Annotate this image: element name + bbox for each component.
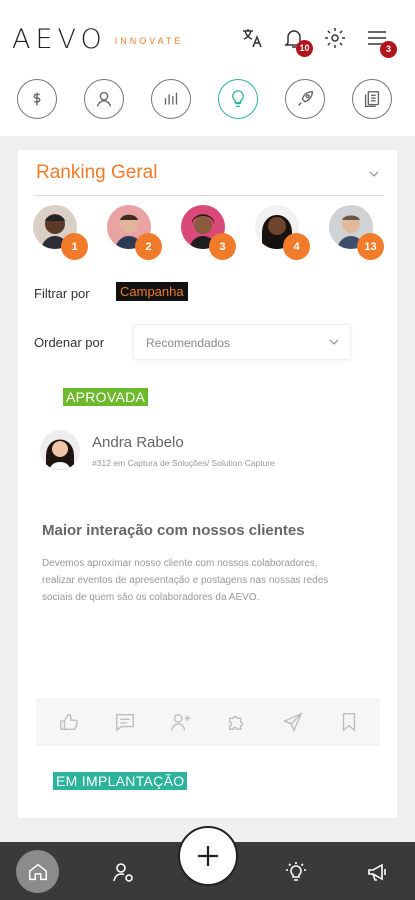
nav-home[interactable] — [16, 850, 59, 893]
bookmark-icon[interactable] — [338, 711, 360, 733]
logo-subtitle: INNOVATE — [114, 35, 184, 46]
ranking-position-badge: 13 — [357, 233, 384, 260]
logo-text: AEVO — [12, 24, 107, 55]
idea-description: Devemos aproximar nosso cliente com noss… — [42, 558, 329, 603]
home-icon — [28, 863, 47, 880]
user-icon — [96, 91, 112, 107]
puzzle-icon[interactable] — [226, 711, 248, 733]
settings-icon[interactable] — [321, 24, 349, 52]
like-icon[interactable] — [58, 711, 80, 733]
category-bar — [0, 72, 415, 136]
lightbulb-icon — [286, 862, 306, 881]
ranking-position-badge: 1 — [61, 233, 88, 260]
category-launch[interactable] — [285, 79, 325, 119]
lightbulb-icon — [232, 90, 244, 108]
author-name[interactable]: Andra Rabelo — [92, 434, 184, 451]
author-avatar[interactable] — [40, 430, 80, 470]
nav-users[interactable] — [103, 852, 143, 892]
ranking-position-badge: 3 — [209, 233, 236, 260]
ranking-user-1[interactable]: 1 — [33, 205, 89, 261]
idea-meta: #312 em Captura de Soluções/ Solution Ca… — [92, 458, 275, 468]
order-select-value: Recomendados — [146, 336, 231, 350]
idea-action-bar — [36, 698, 380, 746]
add-collaborator-icon[interactable] — [170, 711, 192, 733]
ranking-user-13[interactable]: 13 — [329, 205, 385, 261]
status-badge: APROVADA — [63, 388, 149, 406]
logo: AEVO INNOVATE — [12, 24, 183, 55]
documents-icon — [364, 90, 380, 108]
share-icon[interactable] — [282, 711, 304, 733]
ranking-user-2[interactable]: 2 — [107, 205, 163, 261]
top-bar: AEVO INNOVATE 10 3 — [0, 0, 415, 72]
nav-announcements[interactable] — [358, 852, 398, 892]
menu-badge: 3 — [380, 41, 397, 58]
bar-chart-icon — [164, 92, 178, 105]
nav-ideas[interactable] — [276, 852, 316, 892]
ranking-title: Ranking Geral — [36, 162, 158, 183]
rocket-icon — [298, 90, 314, 106]
chevron-down-icon — [329, 339, 339, 345]
ranking-position-badge: 2 — [135, 233, 162, 260]
comment-icon[interactable] — [114, 711, 136, 733]
menu-icon[interactable]: 3 — [363, 24, 397, 58]
ranking-user-3[interactable]: 3 — [181, 205, 237, 261]
chevron-down-icon — [369, 171, 379, 177]
notifications-badge: 10 — [296, 40, 313, 57]
category-profile[interactable] — [84, 79, 124, 119]
user-settings-icon — [113, 863, 133, 882]
add-idea-button[interactable] — [178, 826, 238, 886]
idea-title[interactable]: Maior interação com nossos clientes — [42, 522, 305, 539]
dollar-icon — [33, 92, 41, 106]
category-ideas[interactable] — [218, 79, 258, 119]
category-documents[interactable] — [352, 79, 392, 119]
order-label: Ordenar por — [34, 335, 105, 350]
category-finance[interactable] — [17, 79, 57, 119]
ranking-user-4[interactable]: 4 — [255, 205, 311, 261]
translate-icon[interactable] — [238, 24, 266, 52]
megaphone-icon — [368, 863, 386, 881]
order-select[interactable]: Recomendados — [133, 324, 351, 360]
content-card: Ranking Geral 1 2 3 4 13 Filtrar por Cam… — [18, 150, 397, 818]
ranking-position-badge: 4 — [283, 233, 310, 260]
category-reports[interactable] — [151, 79, 191, 119]
status-badge: EM IMPLANTAÇÃO — [53, 772, 188, 790]
filter-campaign-chip[interactable]: Campanha — [116, 282, 188, 301]
ranking-header[interactable]: Ranking Geral — [34, 162, 384, 196]
filter-label: Filtrar por — [34, 286, 90, 301]
plus-icon — [198, 846, 218, 866]
notifications-icon[interactable]: 10 — [280, 24, 313, 57]
